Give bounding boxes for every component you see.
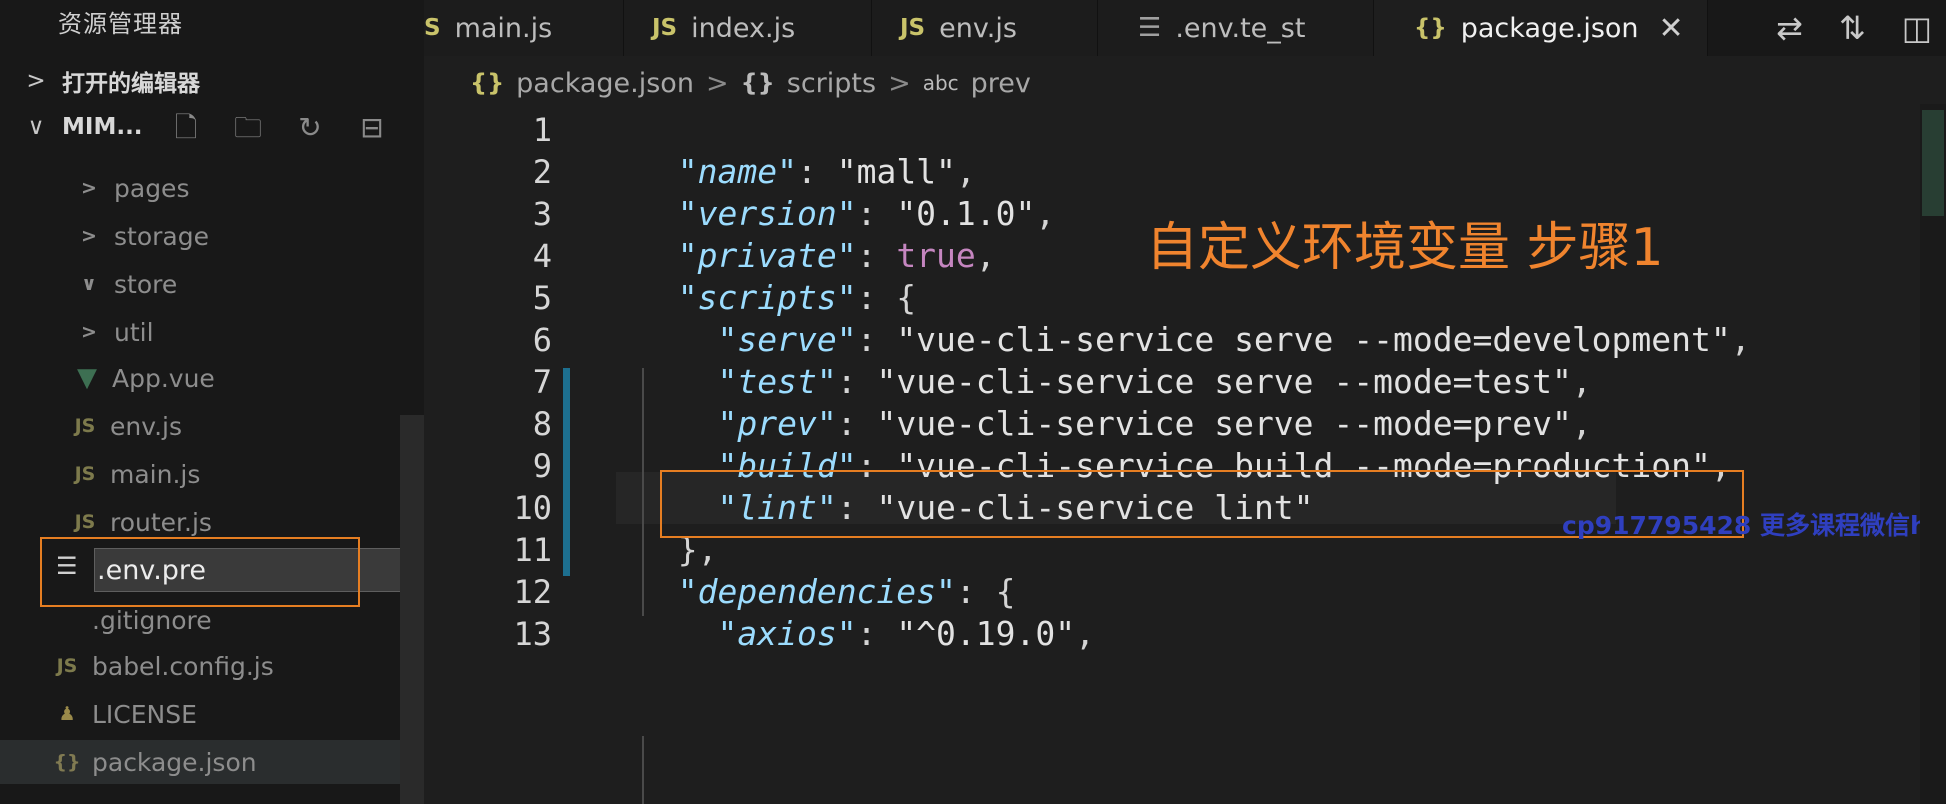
tree-item-label: App.vue (112, 363, 215, 393)
tree-item-app-vue[interactable]: ▼ App.vue (0, 356, 424, 400)
string-icon: abc (922, 71, 959, 95)
tab-label: env.js (939, 12, 1017, 44)
project-label: MIM... (62, 114, 143, 140)
js-file-icon: S (424, 15, 441, 41)
tree-item-label: pages (114, 173, 190, 203)
tab-label: .env.te_st (1175, 12, 1306, 44)
compare-changes-icon[interactable]: ⇄ (1776, 9, 1803, 47)
watermark-text: cp917795428 更多课程微信ha (1562, 511, 1945, 540)
new-folder-icon[interactable]: 🗀 (230, 110, 266, 146)
breadcrumb-node[interactable]: scripts (787, 68, 876, 99)
js-file-icon: JS (652, 15, 678, 41)
chevron-right-icon: > (26, 68, 46, 94)
tree-item-label: package.json (92, 747, 257, 777)
tree-item-storage[interactable]: > storage ● (0, 214, 424, 258)
js-file-icon: JS (74, 511, 96, 533)
tree-item-main-js[interactable]: JS main.js M (0, 452, 424, 496)
sidebar-title: 资源管理器 (58, 10, 183, 38)
open-editors-label: 打开的编辑器 (62, 71, 200, 97)
chevron-right-icon: > (888, 67, 911, 99)
json-file-icon: {} (53, 751, 81, 773)
tab-bar: S main.js JS index.js JS env.js ☰ .env.t… (424, 0, 1946, 56)
chevron-down-icon: ∨ (81, 273, 97, 295)
refresh-icon[interactable]: ↻ (292, 110, 328, 146)
breadcrumb: {} package.json > {} scripts > abc prev (470, 62, 1031, 104)
tree-item-babel-config[interactable]: JS babel.config.js (0, 644, 424, 688)
vue-file-icon: ▼ (77, 363, 97, 393)
split-editor-icon[interactable]: ◫ (1902, 9, 1932, 47)
json-file-icon: {} (470, 69, 505, 97)
chevron-right-icon: > (81, 321, 97, 343)
chevron-right-icon: > (81, 225, 97, 247)
rename-highlight-box (40, 537, 360, 607)
js-file-icon: JS (56, 655, 78, 677)
license-icon: ♟ (58, 703, 76, 725)
object-icon: {} (740, 69, 775, 97)
js-file-icon: JS (900, 15, 926, 41)
tree-item-label: LICENSE (92, 699, 197, 729)
new-file-icon[interactable]: 🗋 (168, 110, 204, 146)
js-file-icon: JS (74, 415, 96, 437)
tree-item-label: .gitignore (92, 605, 212, 635)
collapse-icon[interactable]: ⊟ (354, 110, 390, 146)
project-section[interactable]: ∨ MIM... (22, 114, 143, 140)
js-file-icon: JS (74, 463, 96, 485)
close-icon[interactable]: ✕ (1659, 11, 1684, 46)
tree-item-env-js[interactable]: JS env.js U (0, 404, 424, 448)
file-lines-icon: ☰ (1138, 13, 1162, 43)
tree-item-store[interactable]: ∨ store (0, 262, 424, 306)
chevron-right-icon: > (705, 67, 729, 99)
tree-item-util[interactable]: > util (0, 310, 424, 354)
tree-item-label: store (114, 269, 178, 299)
open-editors-section[interactable]: > 打开的编辑器 (22, 64, 200, 98)
json-file-icon: {} (1414, 15, 1447, 41)
minimap-slider[interactable] (1922, 110, 1944, 216)
code-text: "axios": "^0.19.0", (717, 614, 1095, 653)
tree-item-label: util (114, 317, 154, 347)
tab-label: index.js (691, 12, 796, 44)
editor-actions: ⇄ ⇅ ◫ (1776, 0, 1946, 56)
tree-item-pages[interactable]: > pages (0, 166, 424, 210)
chevron-down-icon: ∨ (27, 114, 45, 140)
explorer-actions: 🗋 🗀 ↻ ⊟ (168, 110, 390, 146)
tree-item-package-json[interactable]: {} package.json M (0, 740, 424, 784)
tab-package-json[interactable]: {} package.json ✕ (1374, 0, 1708, 56)
tree-item-license[interactable]: ♟ LICENSE (0, 692, 424, 736)
tree-item-label: env.js (110, 411, 182, 441)
line-number: 13 (513, 615, 552, 653)
tree-item-label: babel.config.js (92, 651, 274, 681)
tab-label: main.js (454, 12, 553, 44)
tab-env-js[interactable]: JS env.js (872, 0, 1098, 56)
tab-label: package.json (1460, 12, 1639, 44)
tab-index-js[interactable]: JS index.js (624, 0, 872, 56)
sidebar-scrollbar[interactable] (400, 415, 424, 804)
tree-item-label: storage (114, 221, 209, 251)
annotation-text: 自定义环境变量 步骤1 (1146, 218, 1664, 278)
tab-env-test[interactable]: ☰ .env.te_st (1098, 0, 1374, 56)
git-compare-icon[interactable]: ⇅ (1839, 9, 1866, 47)
breadcrumb-leaf[interactable]: prev (971, 68, 1031, 99)
tree-item-label: router.js (110, 507, 212, 537)
tree-item-label: main.js (110, 459, 201, 489)
breadcrumb-file[interactable]: package.json (516, 68, 694, 99)
tab-main-js[interactable]: S main.js (424, 0, 624, 56)
chevron-right-icon: > (81, 177, 97, 199)
explorer-sidebar: 资源管理器 > 打开的编辑器 ∨ MIM... 🗋 🗀 ↻ ⊟ > pages … (0, 0, 424, 804)
code-line[interactable]: 13 "axios": "^0.19.0", (424, 608, 1924, 660)
